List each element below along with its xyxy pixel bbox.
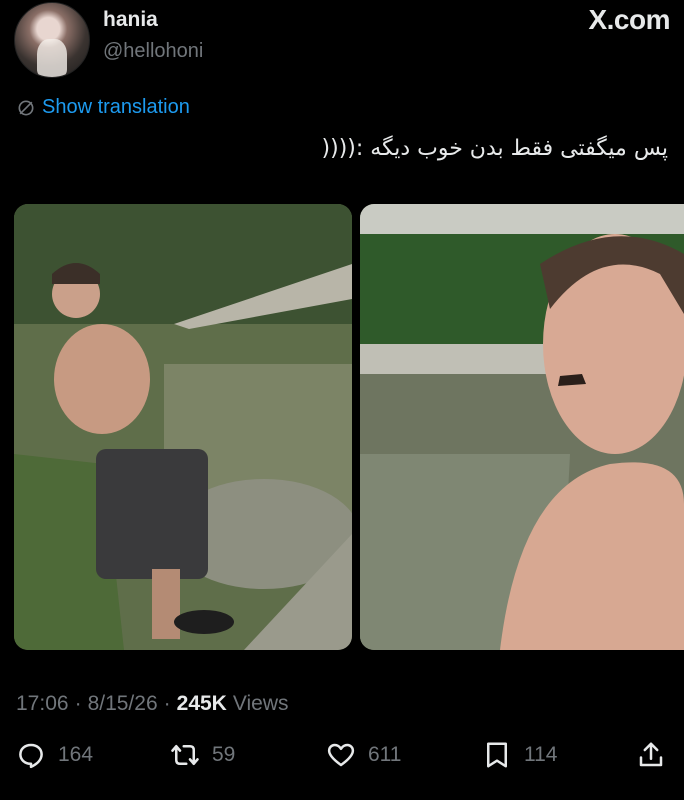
like-icon — [327, 743, 355, 767]
tweet-meta: 17:06 · 8/15/26 · 245K Views — [16, 692, 288, 716]
site-watermark: X.com — [588, 4, 670, 35]
repost-count: 59 — [212, 743, 236, 766]
bookmark-count: 114 — [524, 743, 558, 766]
show-translation-label: Show translation — [42, 96, 190, 118]
globe-icon — [18, 100, 34, 115]
share-icon — [639, 742, 663, 767]
photo-2-image — [360, 204, 684, 650]
like-count: 611 — [368, 743, 402, 766]
bookmark-icon — [487, 742, 507, 768]
meta-separator: · — [74, 692, 82, 715]
avatar[interactable] — [14, 2, 90, 78]
tweet-header: hania @hellohoni X.com — [14, 0, 670, 80]
tweet-time[interactable]: 17:06 — [16, 692, 69, 716]
bookmark-button[interactable]: 114 — [482, 740, 557, 770]
author-handle[interactable]: @hellohoni — [103, 40, 203, 63]
reply-count: 164 — [58, 743, 94, 766]
tweet-media — [14, 204, 684, 650]
photo-1[interactable] — [14, 204, 352, 650]
views-label: Views — [232, 692, 289, 715]
meta-separator: · — [163, 692, 171, 715]
repost-icon — [171, 745, 199, 765]
like-button[interactable]: 611 — [326, 740, 401, 770]
views-count: 245K — [176, 692, 227, 715]
photo-2[interactable] — [360, 204, 684, 650]
repost-button[interactable]: 59 — [170, 740, 235, 770]
tweet-date[interactable]: 8/15/26 — [88, 692, 158, 716]
reply-icon — [19, 743, 43, 769]
show-translation-link[interactable]: Show translation — [16, 96, 190, 119]
reply-button[interactable]: 164 — [16, 740, 93, 770]
tweet-text: پس میگفتی فقط بدن خوب دیگه :(((( — [321, 136, 668, 161]
photo-1-image — [14, 204, 352, 650]
tweet-actions: 164 59 611 114 — [16, 740, 672, 780]
share-button[interactable] — [636, 740, 666, 770]
author-display-name[interactable]: hania — [103, 8, 158, 32]
